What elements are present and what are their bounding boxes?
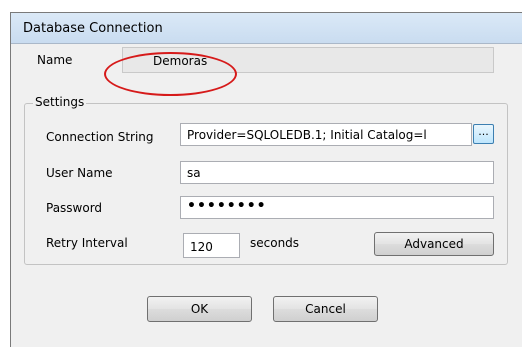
user-name-value: sa [187, 166, 201, 180]
browse-button[interactable]: ... [473, 124, 494, 144]
settings-title: Settings [33, 95, 87, 109]
password-label: Password [46, 201, 103, 215]
name-label: Name [37, 53, 73, 67]
seconds-label: seconds [250, 236, 300, 250]
title-bar: Database Connection [11, 13, 522, 44]
connection-string-label: Connection String [46, 130, 154, 144]
name-row: Name Demoras [24, 47, 497, 75]
user-name-field[interactable]: sa [180, 161, 494, 184]
retry-interval-label: Retry Interval [46, 236, 128, 250]
annotation-oval [104, 52, 237, 96]
password-value: •••••••• [187, 198, 267, 214]
window-title: Database Connection [23, 21, 163, 36]
retry-interval-field[interactable]: 120 [183, 233, 240, 258]
cancel-button[interactable]: Cancel [273, 296, 378, 322]
user-name-label: User Name [46, 166, 113, 180]
password-field[interactable]: •••••••• [180, 196, 494, 219]
connection-string-value: Provider=SQLOLEDB.1; Initial Catalog=l [187, 128, 427, 142]
retry-interval-value: 120 [190, 240, 213, 254]
connection-string-field[interactable]: Provider=SQLOLEDB.1; Initial Catalog=l [180, 123, 472, 146]
advanced-button[interactable]: Advanced [374, 232, 494, 256]
ok-button[interactable]: OK [147, 296, 252, 322]
